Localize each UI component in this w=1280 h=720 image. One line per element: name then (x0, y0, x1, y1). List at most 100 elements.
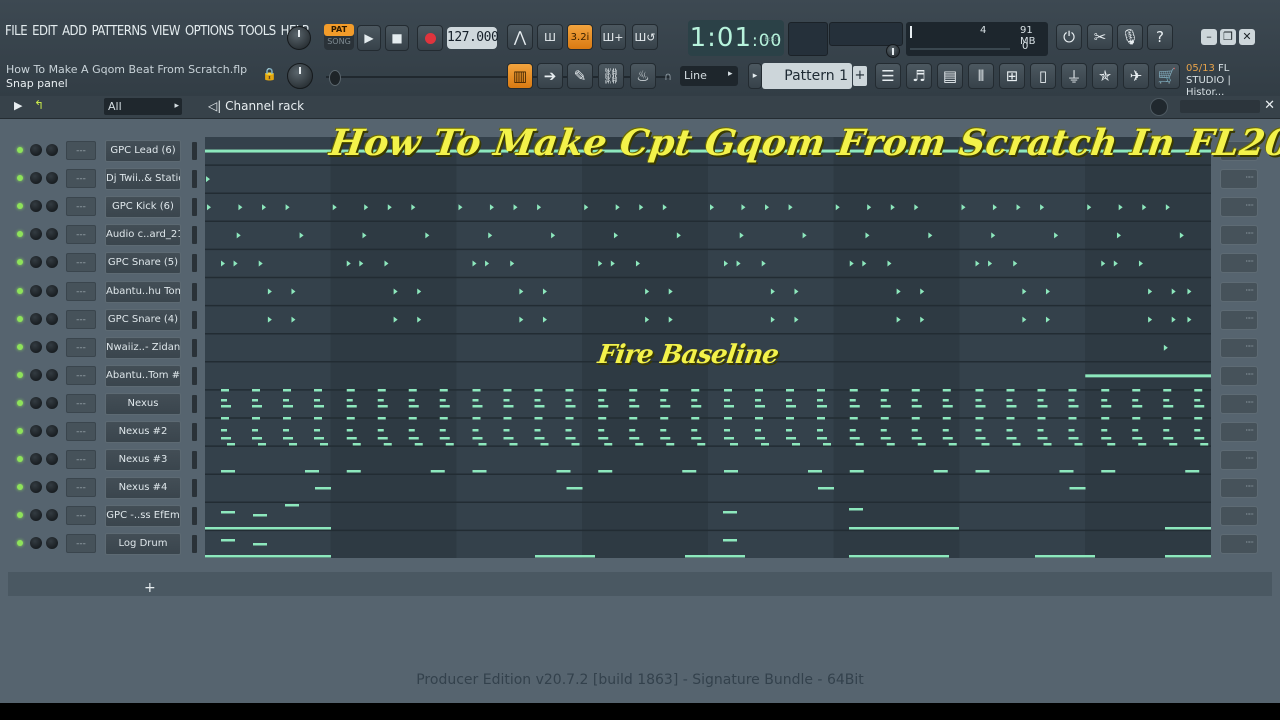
channel-mute-led[interactable] (17, 428, 23, 434)
channel-volume-knob[interactable] (46, 312, 58, 325)
channel-name-button[interactable]: GPC Snare (5) (105, 252, 181, 275)
swing-knob[interactable] (1150, 98, 1168, 116)
channel-mute-led[interactable] (17, 540, 23, 547)
channel-volume-knob[interactable] (46, 284, 58, 297)
maximize-button[interactable]: ❐ (1220, 29, 1236, 45)
store-button[interactable]: 🛒 (1154, 63, 1180, 89)
pattern-prev-button[interactable]: ▸ (748, 63, 762, 89)
rack-close-icon[interactable]: ✕ (1264, 98, 1275, 113)
channel-mixer-route[interactable]: --- (66, 337, 96, 357)
channel-mute-led[interactable] (17, 399, 23, 406)
channel-name-button[interactable]: Nexus (105, 392, 181, 415)
wait-input-button[interactable]: Ш (537, 24, 563, 50)
close-button[interactable]: ✕ (1239, 29, 1255, 45)
channel-pan-knob[interactable] (30, 509, 42, 522)
channel-mixer-route[interactable]: --- (66, 197, 96, 217)
song-position-handle[interactable] (329, 70, 341, 86)
channel-pan-knob[interactable] (30, 396, 42, 409)
channel-mixer-route[interactable]: --- (66, 281, 96, 301)
menu-patterns[interactable]: PATTERNS (91, 24, 148, 39)
channel-name-button[interactable]: Nexus #4 (105, 477, 181, 500)
blend-notes-button[interactable]: Ш+ (600, 24, 626, 50)
channel-select-indicator[interactable] (192, 198, 197, 217)
scope-knob[interactable] (886, 44, 900, 58)
channel-pan-knob[interactable] (30, 256, 42, 269)
channel-mixer-route[interactable]: --- (66, 309, 96, 329)
mic-button[interactable]: 🎙 (1117, 24, 1143, 50)
channel-volume-knob[interactable] (46, 256, 58, 269)
add-pattern-button[interactable]: + (853, 66, 867, 86)
tools-button[interactable]: ✂ (1087, 24, 1113, 50)
mixer-button[interactable]: ⫴ (968, 63, 994, 89)
channel-volume-knob[interactable] (46, 368, 58, 381)
channel-mute-led[interactable] (17, 147, 23, 153)
channel-pan-knob[interactable] (30, 228, 42, 241)
pat-mode[interactable]: PAT (324, 24, 354, 36)
channel-volume-knob[interactable] (46, 144, 58, 156)
channel-select-indicator[interactable] (192, 226, 197, 245)
channel-name-button[interactable]: Nexus #2 (105, 421, 181, 443)
channel-pan-knob[interactable] (30, 453, 42, 466)
magnet-icon[interactable]: ∩ (664, 70, 672, 83)
link-button[interactable]: ⛓ (598, 63, 624, 89)
channel-volume-knob[interactable] (46, 509, 58, 522)
channel-volume-knob[interactable] (46, 425, 58, 437)
channel-mute-led[interactable] (17, 456, 23, 463)
channel-graph-editor[interactable] (1220, 197, 1258, 218)
channel-volume-knob[interactable] (46, 172, 58, 185)
channel-pan-knob[interactable] (30, 144, 42, 156)
channel-mute-led[interactable] (17, 175, 23, 182)
step-edit-button[interactable]: ➔ (537, 63, 563, 89)
channel-select-indicator[interactable] (192, 366, 197, 385)
channel-select-indicator[interactable] (192, 282, 197, 301)
record-button[interactable] (417, 25, 443, 51)
channel-graph-editor[interactable] (1220, 281, 1258, 302)
multilink-button[interactable]: ♨ (630, 63, 656, 89)
channel-select-indicator[interactable] (192, 310, 197, 329)
channel-mute-led[interactable] (17, 231, 23, 238)
project-info-button[interactable]: ▯ (1030, 63, 1056, 89)
channel-volume-knob[interactable] (46, 340, 58, 353)
history-panel[interactable]: 05/13 FL STUDIO | Histor... (1186, 63, 1266, 98)
channel-name-button[interactable]: GPC Lead (6) (105, 140, 181, 162)
channel-name-button[interactable]: Log Drum (105, 533, 181, 556)
channel-name-button[interactable]: GPC Kick (6) (105, 196, 181, 219)
channel-select-indicator[interactable] (192, 507, 197, 526)
channel-group-filter[interactable]: All ▸ (104, 98, 182, 115)
playlist-button[interactable]: ☰ (875, 63, 901, 89)
channel-mixer-route[interactable]: --- (66, 141, 96, 160)
channel-mute-led[interactable] (17, 315, 23, 322)
channel-mute-led[interactable] (17, 371, 23, 378)
menu-view[interactable]: VIEW (151, 24, 181, 39)
channel-graph-editor[interactable] (1220, 422, 1258, 442)
channel-graph-editor[interactable] (1220, 506, 1258, 527)
channel-rack-button[interactable]: ▤ (937, 63, 963, 89)
channel-mixer-route[interactable]: --- (66, 478, 96, 498)
play-button[interactable]: ▶ (357, 25, 381, 51)
channel-name-button[interactable]: Abantu..Tom #2 (105, 364, 181, 387)
tempo-display[interactable]: 127.000 (447, 27, 499, 49)
rack-menu-arrow-icon[interactable]: ▶ (14, 99, 22, 112)
channel-graph-editor[interactable] (1220, 169, 1258, 190)
plugin-manager-button[interactable]: ✈ (1123, 63, 1149, 89)
channel-graph-editor[interactable] (1220, 534, 1258, 555)
snap-countdown-button[interactable]: 3.2i (567, 24, 593, 50)
channel-select-indicator[interactable] (192, 535, 197, 554)
channel-select-indicator[interactable] (192, 338, 197, 357)
channel-name-button[interactable]: Audio c..ard_21 (105, 224, 181, 247)
channel-pan-knob[interactable] (30, 481, 42, 494)
channel-mixer-route[interactable]: --- (66, 506, 96, 526)
menu-add[interactable]: ADD (61, 24, 88, 39)
time-display[interactable]: 1:01:00 B:S:T (688, 20, 784, 56)
channel-mixer-route[interactable]: --- (66, 450, 96, 470)
channel-mixer-route[interactable]: --- (66, 169, 96, 189)
loop-record-button[interactable]: Ш↺ (632, 24, 658, 50)
channel-select-indicator[interactable] (192, 142, 197, 160)
rack-undo-icon[interactable]: ↰ (34, 98, 44, 112)
plugin-picker-button[interactable]: ⏚ (1061, 63, 1087, 89)
channel-name-button[interactable]: GPC Snare (4) (105, 308, 181, 331)
pat-song-toggle[interactable]: PAT SONG (324, 24, 354, 50)
menu-tools[interactable]: TOOLS (238, 24, 277, 39)
channel-select-indicator[interactable] (192, 254, 197, 273)
channel-mute-led[interactable] (17, 287, 23, 294)
